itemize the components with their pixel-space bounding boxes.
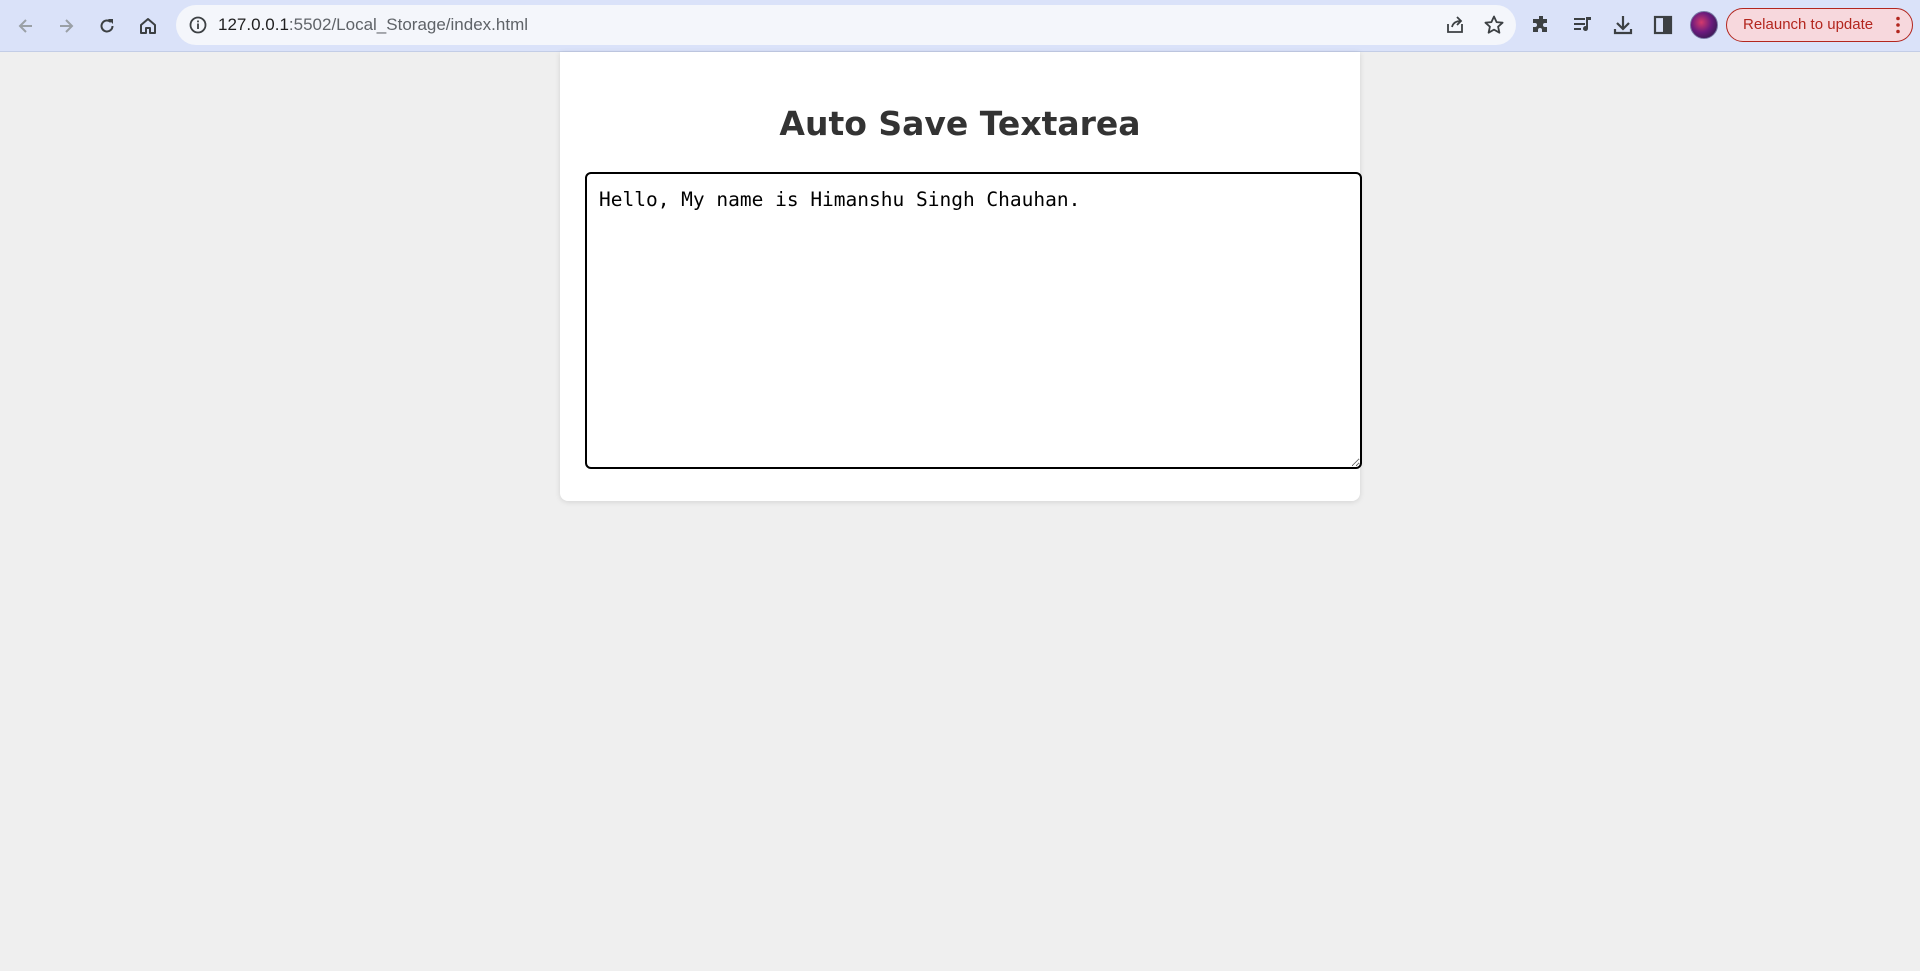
- bookmark-star-icon[interactable]: [1483, 14, 1505, 36]
- auto-save-textarea[interactable]: Hello, My name is Himanshu Singh Chauhan…: [585, 172, 1362, 469]
- extensions-icon[interactable]: [1530, 13, 1554, 37]
- forward-button[interactable]: [50, 10, 82, 42]
- side-panel-icon[interactable]: [1651, 13, 1675, 37]
- more-menu-icon[interactable]: [1896, 16, 1900, 34]
- forward-icon: [60, 19, 74, 33]
- url-text[interactable]: 127.0.0.1:5502/Local_Storage/index.html: [218, 5, 528, 45]
- share-icon[interactable]: [1444, 14, 1466, 36]
- site-info-icon[interactable]: [188, 15, 208, 35]
- relaunch-to-update-button[interactable]: Relaunch to update: [1726, 8, 1913, 42]
- content-card: Auto Save Textarea Hello, My name is Him…: [560, 52, 1362, 501]
- reload-icon: [100, 19, 114, 33]
- home-button[interactable]: [132, 10, 164, 42]
- page-title: Auto Save Textarea: [779, 104, 1141, 143]
- profile-avatar[interactable]: [1690, 11, 1718, 39]
- back-icon: [18, 19, 32, 33]
- address-bar[interactable]: 127.0.0.1:5502/Local_Storage/index.html: [176, 5, 1516, 45]
- url-host: 127.0.0.1: [218, 15, 289, 34]
- reload-button[interactable]: [91, 10, 123, 42]
- browser-toolbar: 127.0.0.1:5502/Local_Storage/index.html …: [0, 0, 1920, 52]
- home-icon: [140, 18, 156, 34]
- relaunch-label: Relaunch to update: [1743, 16, 1874, 33]
- downloads-icon[interactable]: [1611, 13, 1635, 37]
- url-path: :5502/Local_Storage/index.html: [288, 15, 529, 34]
- media-control-icon[interactable]: [1571, 13, 1595, 37]
- back-button[interactable]: [10, 10, 42, 42]
